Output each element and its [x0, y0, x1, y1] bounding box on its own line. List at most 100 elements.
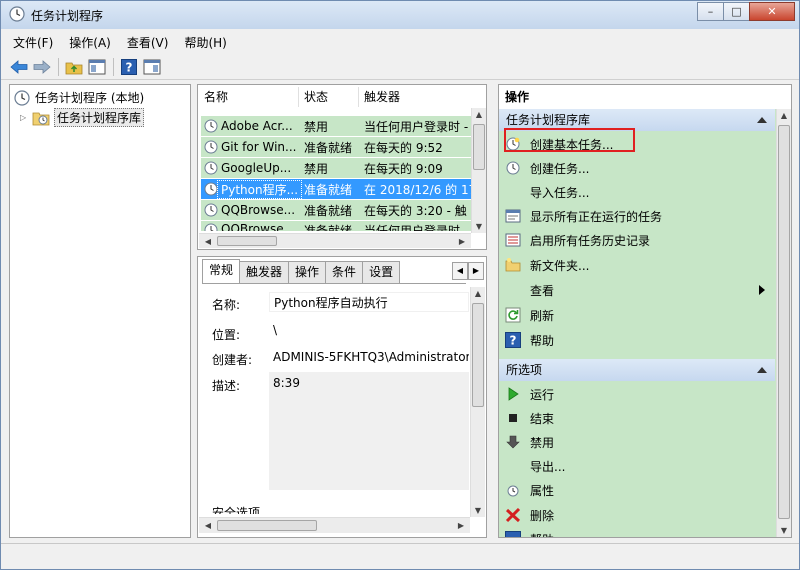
- task-trigger: 在每天的 9:09: [364, 161, 443, 176]
- properties-icon: [507, 485, 519, 497]
- menu-action[interactable]: 操作(A): [69, 34, 111, 51]
- task-trigger: 当任何用户登录时: [364, 224, 461, 231]
- detail-horizontal-scrollbar[interactable]: ◀ ▶: [199, 517, 470, 533]
- run-icon: [508, 387, 519, 401]
- action-refresh[interactable]: 刷新: [499, 304, 775, 326]
- up-folder-button[interactable]: [64, 57, 84, 77]
- action-help[interactable]: ? 帮助: [499, 329, 775, 351]
- refresh-icon: [505, 307, 521, 323]
- task-clock-icon: [204, 203, 218, 217]
- name-field[interactable]: Python程序自动执行: [269, 292, 469, 312]
- tree-root[interactable]: 任务计划程序 (本地): [14, 89, 144, 106]
- security-options-label: 安全选项: [212, 506, 261, 514]
- table-row-selected[interactable]: Python程序... 准备就绪 在 2018/12/6 的 17: [201, 179, 476, 199]
- action-properties[interactable]: 属性: [499, 479, 775, 501]
- expand-icon[interactable]: ▷: [20, 113, 30, 122]
- action-view[interactable]: 查看: [499, 279, 775, 301]
- menu-view[interactable]: 查看(V): [127, 34, 169, 51]
- action-disable[interactable]: 禁用: [499, 431, 775, 453]
- show-hide-console-tree-button[interactable]: [87, 57, 107, 77]
- task-name: Adobe Acr...: [221, 119, 293, 133]
- scroll-thumb[interactable]: [778, 125, 790, 519]
- action-new-folder[interactable]: 新文件夹...: [499, 254, 775, 276]
- task-list-horizontal-scrollbar[interactable]: ◀ ▶: [199, 233, 471, 248]
- action-show-running-tasks[interactable]: 显示所有正在运行的任务: [499, 205, 775, 227]
- task-clock-icon: [204, 119, 218, 133]
- detail-vertical-scrollbar[interactable]: ▲ ▼: [470, 287, 485, 517]
- tree-item-library[interactable]: ▷ 任务计划程序库: [20, 108, 145, 127]
- action-enable-history[interactable]: 启用所有任务历史记录: [499, 229, 775, 251]
- table-row[interactable]: Adobe Acr... 禁用 当任何用户登录时 -: [201, 116, 476, 136]
- table-row[interactable]: Git for Win... 准备就绪 在每天的 9:52: [201, 137, 476, 157]
- tree-root-label: 任务计划程序 (本地): [35, 91, 145, 105]
- window-controls: – □ ✕: [697, 2, 795, 21]
- action-pane-icon: [143, 59, 161, 74]
- toolbar-separator: [113, 57, 114, 76]
- description-label: 描述:: [212, 379, 241, 393]
- action-import-task[interactable]: 导入任务...: [499, 181, 775, 203]
- task-status: 禁用: [304, 119, 329, 134]
- scroll-down-icon[interactable]: ▼: [472, 222, 486, 231]
- table-row[interactable]: QQBrowse... 准备就绪 在每天的 3:20 - 触: [201, 200, 476, 220]
- collapse-caret-icon[interactable]: [757, 117, 767, 123]
- task-detail-pane: 常规 触发器 操作 条件 设置 ◀ ▶ 名称: Python程序自动执行 位置:…: [197, 256, 487, 538]
- tab-triggers[interactable]: 触发器: [239, 261, 290, 283]
- minimize-button[interactable]: –: [697, 2, 724, 21]
- column-header-status[interactable]: 状态: [299, 87, 359, 107]
- action-label: 运行: [530, 387, 555, 402]
- scroll-left-icon[interactable]: ◀: [201, 237, 215, 246]
- collapse-caret-icon[interactable]: [757, 367, 767, 373]
- task-list-vertical-scrollbar[interactable]: ▲ ▼: [471, 108, 486, 233]
- scroll-right-icon[interactable]: ▶: [454, 521, 468, 530]
- task-trigger: 在 2018/12/6 的 17: [364, 182, 476, 197]
- show-hide-action-pane-button[interactable]: [142, 57, 162, 77]
- tab-general[interactable]: 常规: [202, 259, 241, 283]
- action-pane-scrollbar[interactable]: ▲ ▼: [776, 109, 791, 537]
- menu-help[interactable]: 帮助(H): [184, 34, 226, 51]
- tab-actions[interactable]: 操作: [288, 261, 327, 283]
- section-header-selected[interactable]: 所选项: [499, 359, 775, 381]
- column-header-name[interactable]: 名称: [199, 87, 299, 107]
- scroll-left-icon[interactable]: ◀: [201, 521, 215, 530]
- action-help-selected[interactable]: 帮助: [499, 529, 775, 537]
- action-pane: 操作 任务计划程序库 创建基本任务... 创建任务... 导入任务... 显示所…: [498, 84, 792, 538]
- clock-icon: [14, 89, 30, 106]
- tab-conditions[interactable]: 条件: [325, 261, 364, 283]
- general-tab-body: 名称: Python程序自动执行 位置: \ 创建者: ADMINIS-5FKH…: [202, 283, 469, 514]
- scroll-down-icon[interactable]: ▼: [471, 506, 485, 515]
- menu-file[interactable]: 文件(F): [13, 34, 53, 51]
- tab-scroll-left-icon[interactable]: ◀: [452, 262, 468, 280]
- scroll-right-icon[interactable]: ▶: [455, 237, 469, 246]
- action-delete[interactable]: 删除: [499, 504, 775, 526]
- forward-button[interactable]: [32, 57, 52, 77]
- action-export[interactable]: 导出...: [499, 455, 775, 477]
- window-title: 任务计划程序: [31, 9, 104, 23]
- tab-scroll-right-icon[interactable]: ▶: [468, 262, 484, 280]
- scroll-thumb[interactable]: [217, 520, 317, 531]
- scroll-thumb[interactable]: [473, 124, 485, 170]
- svg-text:?: ?: [510, 334, 517, 348]
- action-create-task[interactable]: 创建任务...: [499, 157, 775, 179]
- scroll-thumb[interactable]: [217, 236, 277, 246]
- scroll-down-icon[interactable]: ▼: [777, 526, 791, 535]
- maximize-button[interactable]: □: [723, 2, 750, 21]
- action-run[interactable]: 运行: [499, 383, 775, 405]
- table-row[interactable]: GoogleUp... 禁用 在每天的 9:09: [201, 158, 476, 178]
- description-field[interactable]: 8:39: [269, 372, 469, 490]
- action-end[interactable]: 结束: [499, 407, 775, 429]
- help-toolbar-button[interactable]: ?: [119, 57, 139, 77]
- back-button[interactable]: [9, 57, 29, 77]
- scroll-up-icon[interactable]: ▲: [777, 111, 791, 120]
- close-button[interactable]: ✕: [749, 2, 795, 21]
- table-row[interactable]: QQBrowse... 准备就绪 当任何用户登录时: [201, 221, 476, 231]
- scroll-up-icon[interactable]: ▲: [472, 110, 486, 119]
- action-label: 禁用: [530, 435, 555, 450]
- submenu-arrow-icon: [759, 285, 765, 295]
- action-label: 帮助: [530, 531, 554, 537]
- task-name: Git for Win...: [221, 140, 297, 154]
- column-header-trigger[interactable]: 触发器: [359, 87, 469, 107]
- console-tree: 任务计划程序 (本地) ▷ 任务计划程序库: [9, 84, 191, 538]
- scroll-up-icon[interactable]: ▲: [471, 289, 485, 298]
- tab-settings[interactable]: 设置: [362, 261, 401, 283]
- scroll-thumb[interactable]: [472, 303, 484, 407]
